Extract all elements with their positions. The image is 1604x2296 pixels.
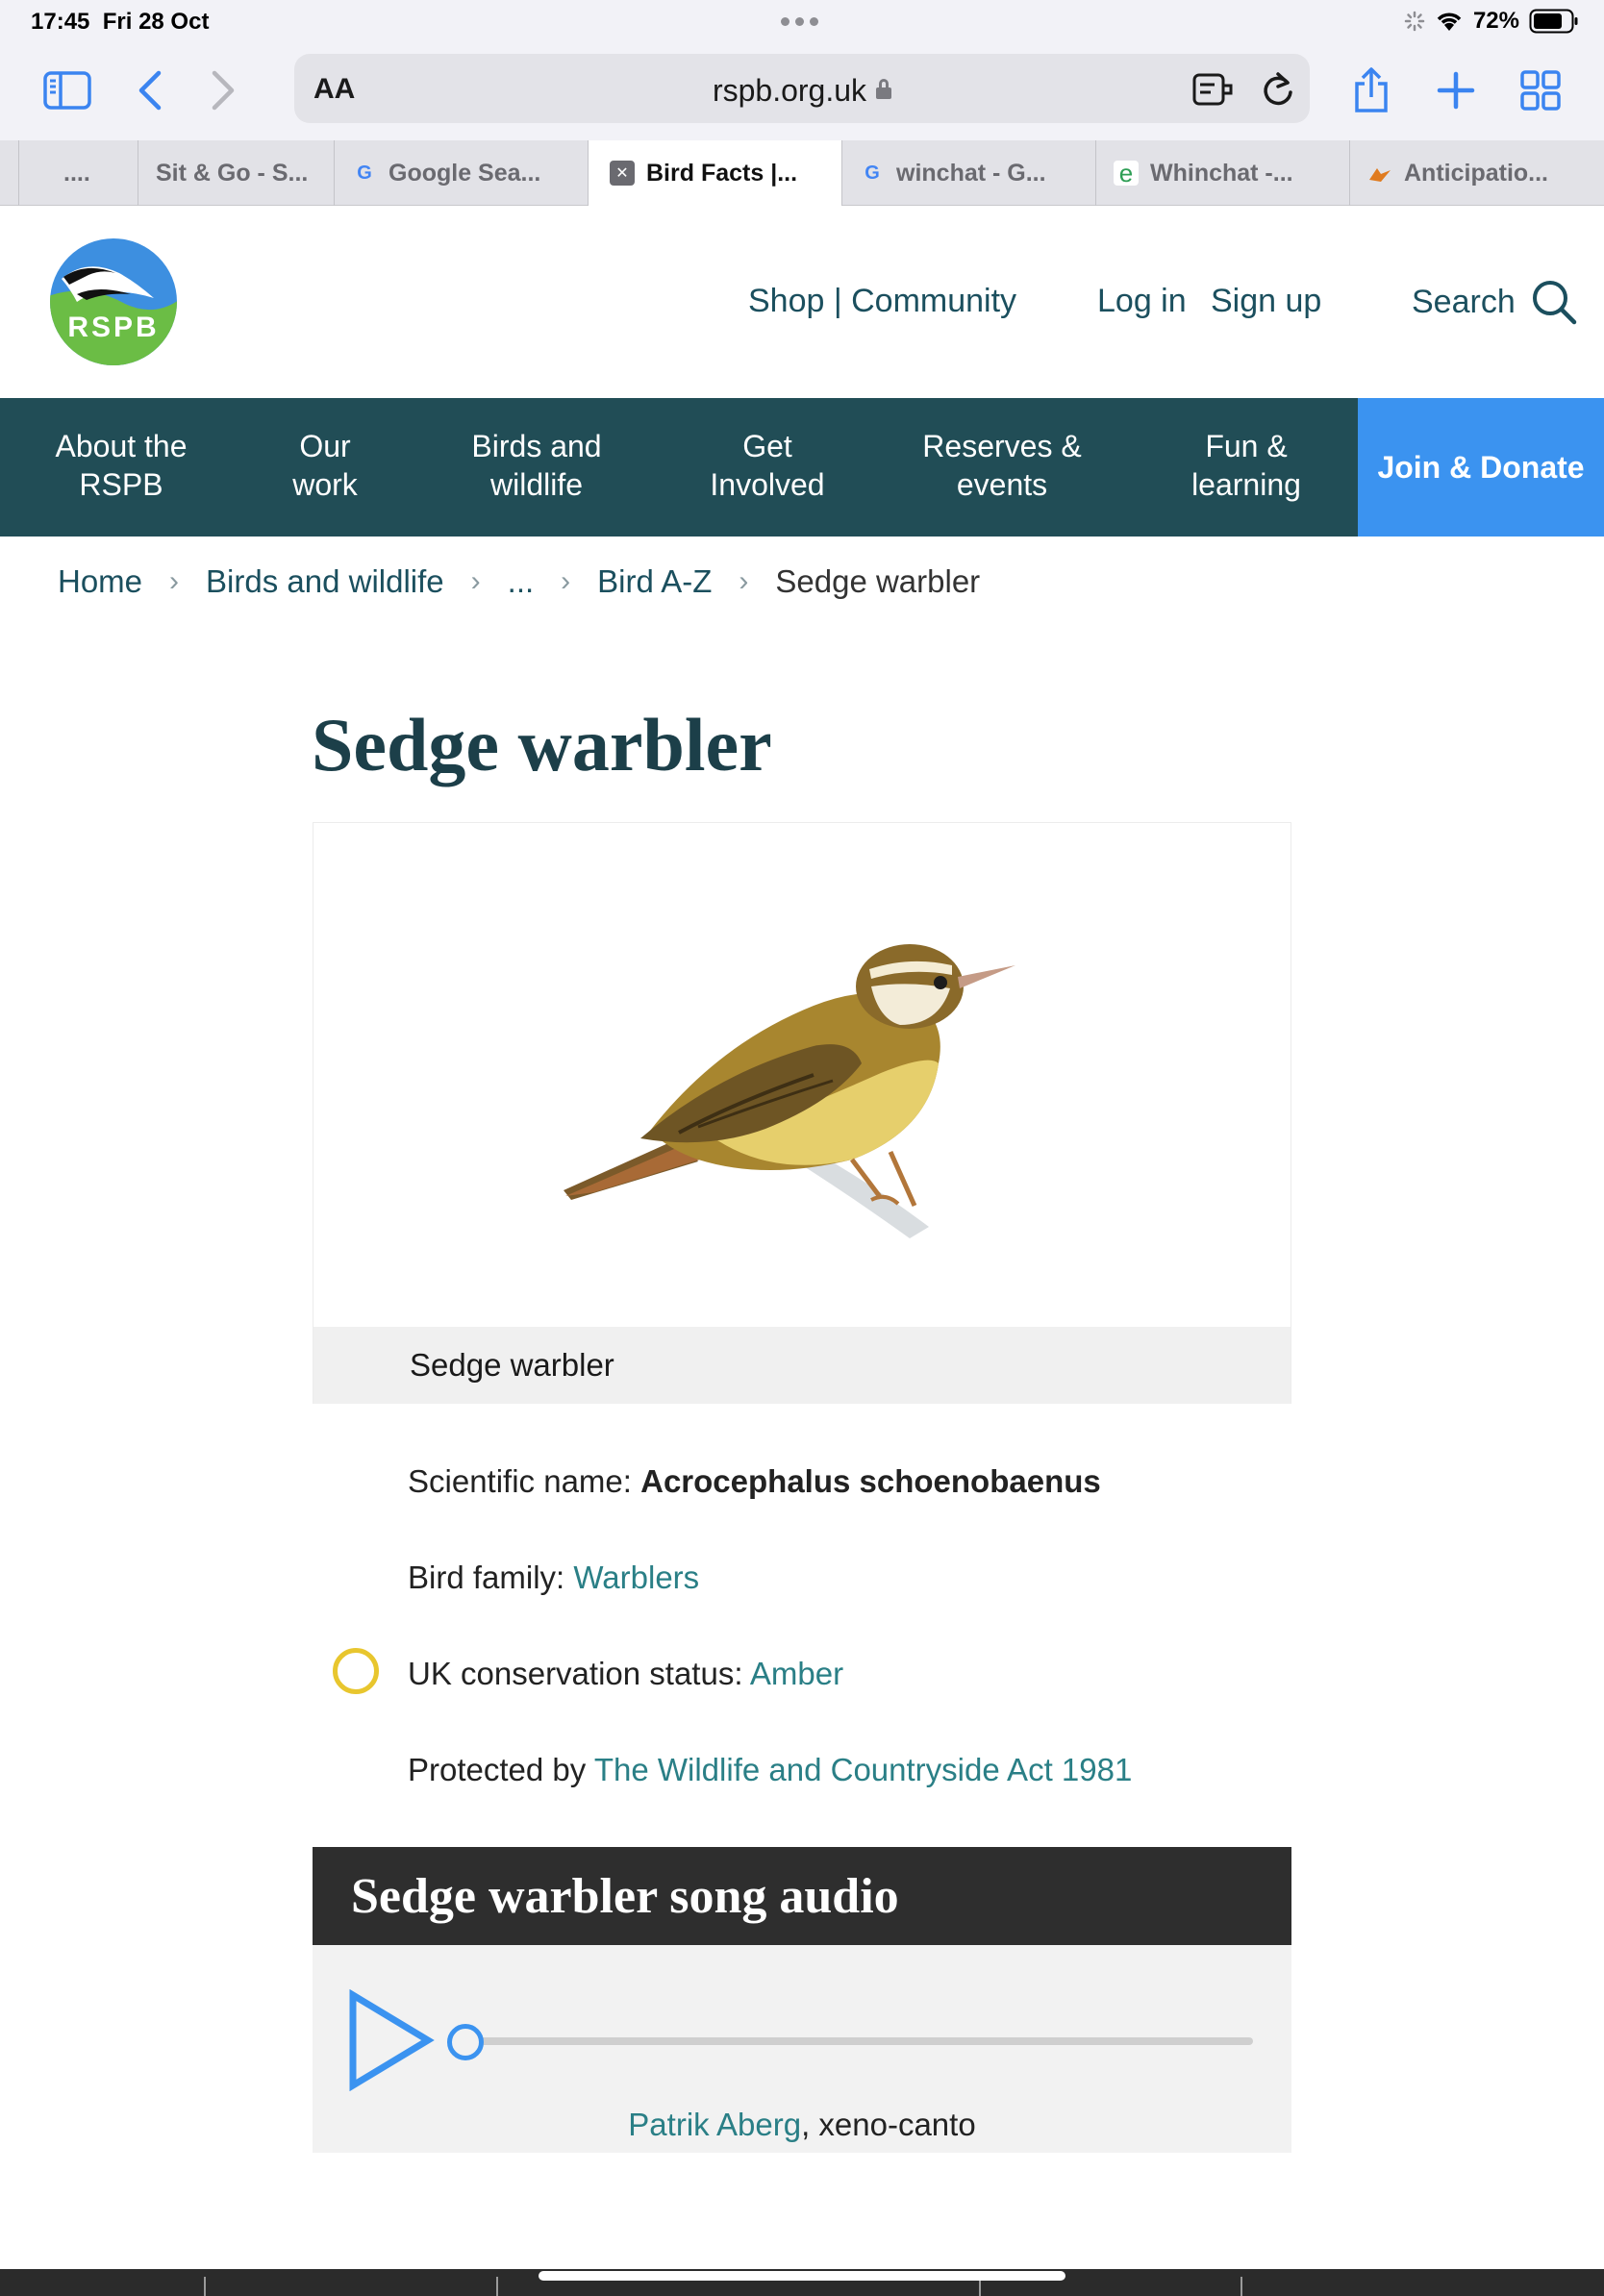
- multitasking-dots-icon[interactable]: [781, 17, 818, 26]
- reader-icon[interactable]: [1189, 65, 1237, 113]
- chevron-right-icon: ›: [739, 565, 749, 597]
- breadcrumb-birds-and-wildlife[interactable]: Birds and wildlife: [206, 563, 444, 600]
- search-icon: [1532, 281, 1576, 325]
- tab-0[interactable]: ....: [19, 140, 138, 206]
- nav-get-involved[interactable]: Get Involved: [679, 427, 856, 504]
- tab-strip: .... Sit & Go - S... G Google Sea... ✕ B…: [0, 140, 1604, 206]
- home-indicator[interactable]: [539, 2271, 1065, 2281]
- protection-row: Protected by The Wildlife and Countrysid…: [408, 1752, 1133, 1787]
- scientific-name-row: Scientific name: Acrocephalus schoenobae…: [408, 1463, 1101, 1499]
- wildlife-act-link[interactable]: The Wildlife and Countryside Act 1981: [594, 1752, 1132, 1787]
- tab-3-active[interactable]: ✕ Bird Facts |...: [589, 140, 842, 206]
- nav-about-rspb[interactable]: About the RSPB: [29, 427, 213, 504]
- search-label: Search: [1412, 283, 1516, 320]
- tab-edge[interactable]: [0, 140, 19, 206]
- nav-our-work[interactable]: Our work: [258, 427, 392, 504]
- battery-icon: [1529, 9, 1578, 34]
- status-time: 17:45 Fri 28 Oct: [31, 9, 210, 35]
- amber-status-icon: [333, 1648, 379, 1694]
- login-link[interactable]: Log in: [1097, 283, 1187, 320]
- bird-family-link[interactable]: Warblers: [573, 1560, 699, 1595]
- tab-1[interactable]: Sit & Go - S...: [138, 140, 335, 206]
- signup-link[interactable]: Sign up: [1211, 283, 1321, 320]
- breadcrumb-ellipsis[interactable]: ...: [508, 563, 535, 600]
- figure-caption: Sedge warbler: [313, 1327, 1291, 1404]
- audio-credit: Patrik Aberg, xeno-canto: [628, 2107, 976, 2142]
- conservation-status-row: UK conservation status: Amber: [408, 1656, 844, 1691]
- rspb-logo[interactable]: RSPB: [48, 237, 179, 367]
- nav-fun-learning[interactable]: Fun & learning: [1162, 427, 1331, 504]
- share-icon[interactable]: [1342, 62, 1400, 119]
- status-icons: 72%: [1404, 8, 1579, 35]
- loading-spinner-icon: [1404, 11, 1425, 32]
- breadcrumb-bird-a-z[interactable]: Bird A-Z: [597, 563, 712, 600]
- google-icon: G: [357, 162, 372, 184]
- status-bar: 17:45 Fri 28 Oct 72%: [0, 0, 1604, 46]
- sedge-warbler-illustration[interactable]: [313, 823, 1291, 1327]
- play-icon[interactable]: [347, 1989, 436, 2091]
- bird-family-row: Bird family: Warblers: [408, 1560, 700, 1595]
- tab-overview-icon[interactable]: [1512, 62, 1569, 119]
- chevron-right-icon: ›: [169, 565, 180, 597]
- lock-icon: [876, 79, 892, 99]
- breadcrumb-current: Sedge warbler: [775, 563, 981, 599]
- tab-5[interactable]: e Whinchat -...: [1096, 140, 1350, 206]
- tab-4[interactable]: G winchat - G...: [842, 140, 1096, 206]
- audio-seek-track[interactable]: [466, 2037, 1253, 2045]
- site-header: RSPB Shop | Community Log in Sign up Sea…: [0, 206, 1604, 398]
- chevron-right-icon: ›: [470, 565, 481, 597]
- url-text[interactable]: rspb.org.uk: [294, 73, 1310, 109]
- close-tab-icon[interactable]: ✕: [610, 161, 635, 186]
- address-bar[interactable]: AA rspb.org.uk: [294, 54, 1310, 123]
- search-button[interactable]: Search: [1412, 279, 1577, 325]
- audio-heading: Sedge warbler song audio: [313, 1847, 1291, 1945]
- logo-text: RSPB: [67, 312, 159, 343]
- page-title: Sedge warbler: [312, 703, 772, 786]
- main-nav: About the RSPB Our work Birds and wildlife …: [0, 398, 1604, 537]
- audio-player: Patrik Aberg, xeno-canto: [313, 1945, 1291, 2153]
- conservation-status-link[interactable]: Amber: [750, 1656, 843, 1691]
- sidebar-icon[interactable]: [38, 62, 96, 119]
- shop-community-link[interactable]: Shop | Community: [748, 283, 1016, 320]
- nav-reserves-events[interactable]: Reserves & events: [894, 427, 1110, 504]
- forward-icon[interactable]: [194, 62, 252, 119]
- audio-seek-handle[interactable]: [447, 2024, 484, 2060]
- tab-2[interactable]: G Google Sea...: [335, 140, 589, 206]
- tab-6[interactable]: Anticipatio...: [1350, 140, 1604, 206]
- chevron-right-icon: ›: [561, 565, 571, 597]
- audio-credit-author-link[interactable]: Patrik Aberg: [628, 2107, 801, 2142]
- scientific-name: Acrocephalus schoenobaenus: [640, 1463, 1101, 1499]
- nav-birds-and-wildlife[interactable]: Birds and wildlife: [440, 427, 633, 504]
- breadcrumb: Home › Birds and wildlife › ... › Bird A…: [58, 563, 980, 600]
- join-donate-button[interactable]: Join & Donate: [1358, 398, 1604, 537]
- wifi-icon: [1437, 12, 1462, 31]
- back-icon[interactable]: [121, 62, 179, 119]
- google-icon: G: [865, 162, 880, 184]
- new-tab-icon[interactable]: [1427, 62, 1485, 119]
- bird-favicon-icon: [1367, 161, 1392, 186]
- browser-toolbar: AA rspb.org.uk: [0, 46, 1604, 140]
- reload-icon[interactable]: [1254, 65, 1302, 113]
- breadcrumb-home[interactable]: Home: [58, 563, 142, 600]
- battery-percent: 72%: [1472, 8, 1519, 34]
- bird-figure: Sedge warbler: [313, 822, 1291, 1404]
- ecosia-icon: e: [1114, 159, 1139, 187]
